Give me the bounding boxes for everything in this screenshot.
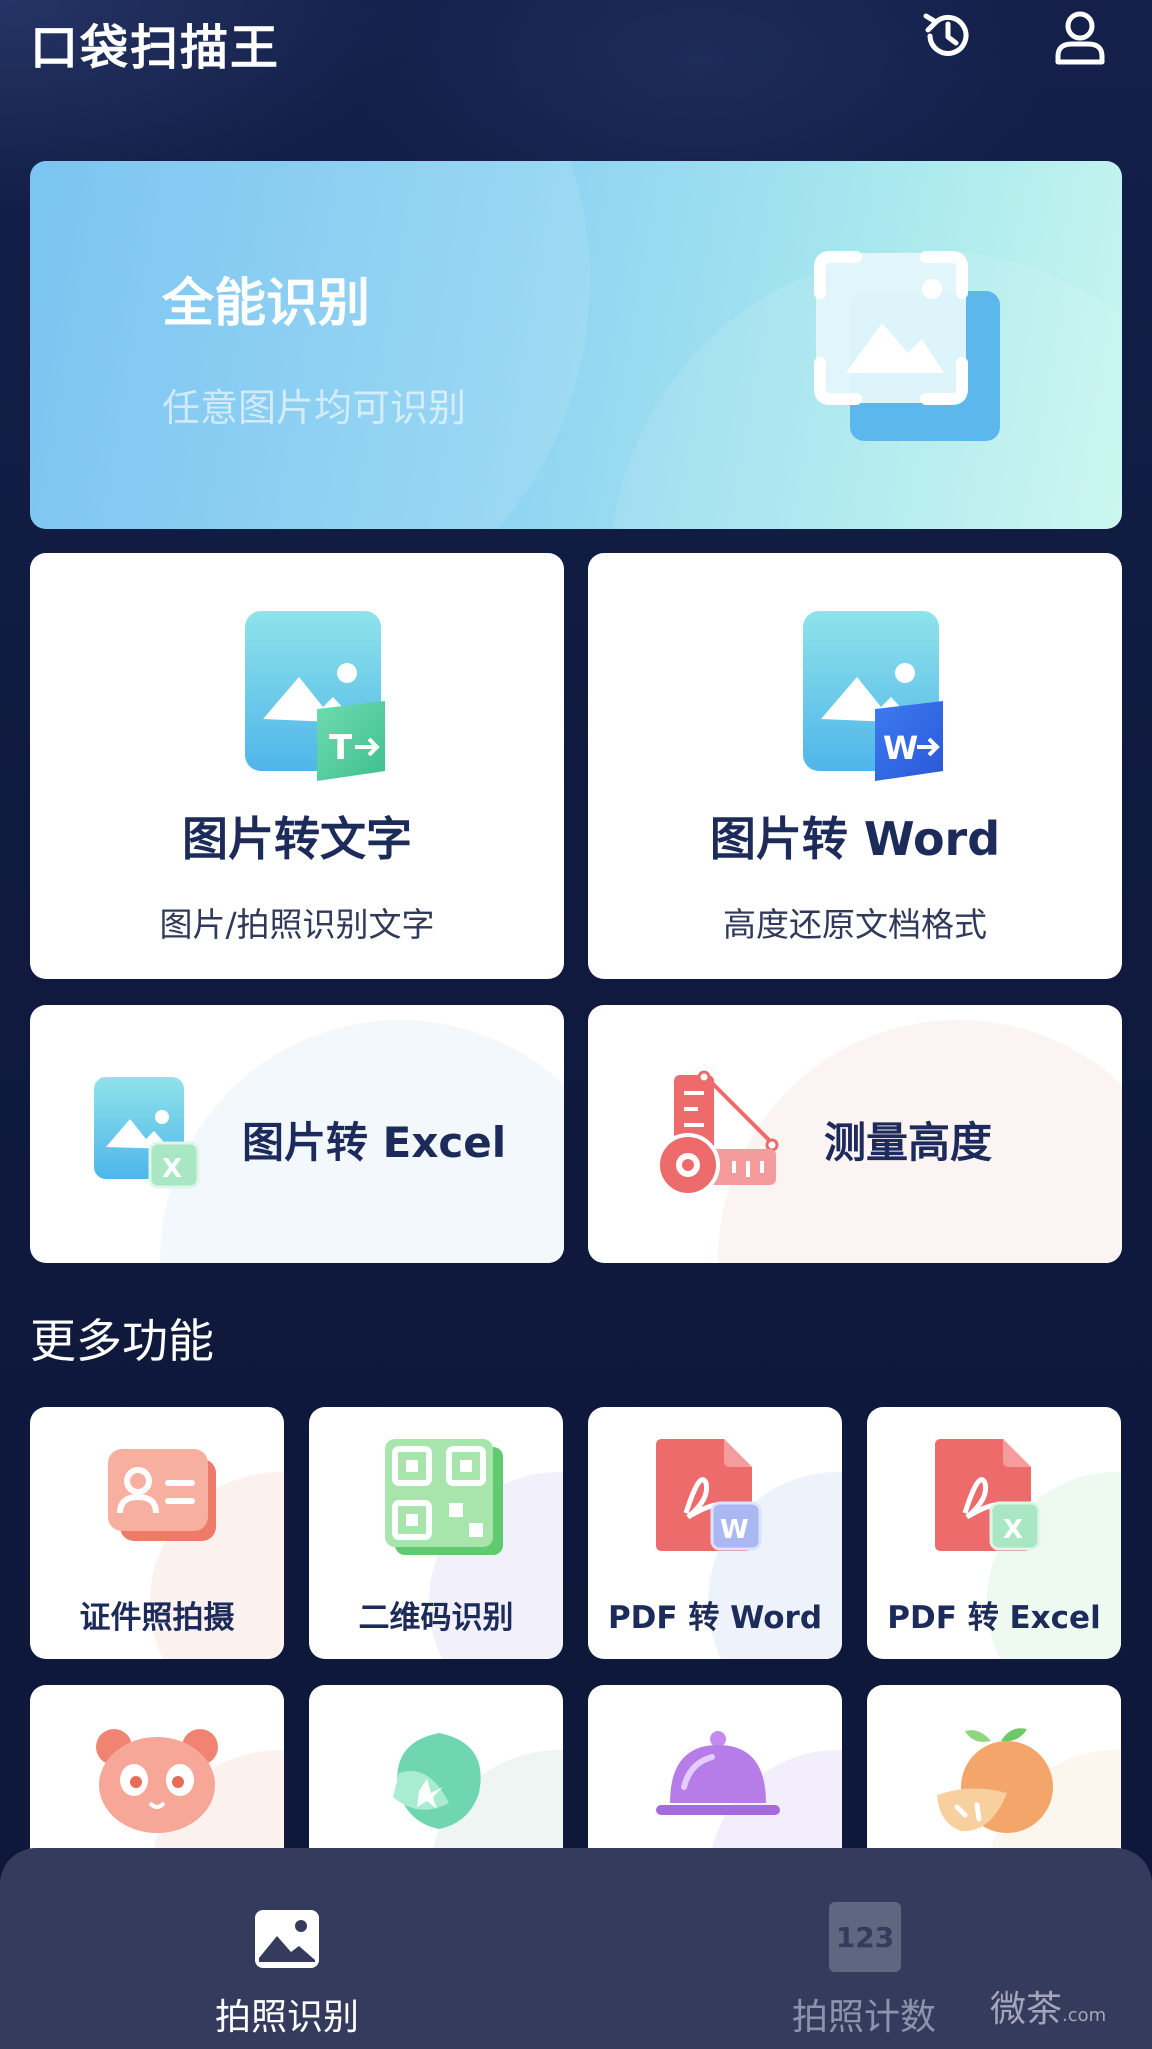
panda-icon [92, 1725, 222, 1835]
more-features-title: 更多功能 [30, 1314, 214, 1368]
card-pdf-to-excel[interactable]: X PDF 转 Excel [867, 1407, 1121, 1659]
hero-subtitle: 任意图片均可识别 [162, 386, 467, 430]
user-icon[interactable] [1050, 6, 1110, 66]
image-to-word-icon: W [765, 611, 945, 791]
image-to-text-icon: T [207, 611, 387, 791]
pdf-to-excel-icon: X [927, 1439, 1067, 1559]
hero-title: 全能识别 [162, 274, 371, 334]
header: 口袋扫描王 [0, 0, 1152, 90]
food-cover-icon [650, 1727, 786, 1827]
pdf-to-word-icon: W [648, 1439, 788, 1559]
tab-photo-count[interactable]: 123 拍照计数 [714, 1848, 1014, 2049]
svg-text:W: W [883, 729, 918, 767]
app-title: 口袋扫描王 [30, 20, 281, 76]
card-qr-code[interactable]: 二维码识别 [309, 1407, 563, 1659]
measure-height-icon [654, 1069, 784, 1199]
card-image-to-text[interactable]: T 图片转文字 图片/拍照识别文字 [30, 553, 564, 979]
history-icon[interactable] [918, 6, 978, 66]
card-subtitle: 高度还原文档格式 [723, 905, 987, 944]
plant-leaf-icon [379, 1723, 499, 1843]
card-title: 图片转 Word [709, 812, 1001, 866]
svg-text:X: X [1003, 1515, 1023, 1545]
card-id-photo[interactable]: 证件照拍摄 [30, 1407, 284, 1659]
photo-recognize-icon [251, 1906, 323, 1972]
card-title: 图片转文字 [182, 812, 412, 866]
watermark-sub: .com [1062, 2005, 1107, 2026]
svg-text:T: T [329, 728, 353, 768]
watermark: 微茶.com [990, 1980, 1106, 2032]
card-image-to-word[interactable]: W 图片转 Word 高度还原文档格式 [588, 553, 1122, 979]
qr-code-icon [369, 1439, 509, 1559]
card-title: 测量高度 [824, 1118, 993, 1167]
svg-text:W: W [720, 1515, 749, 1545]
card-label: PDF 转 Word [607, 1600, 823, 1636]
fruit-icon [931, 1723, 1061, 1843]
bottom-nav: 拍照识别 123 拍照计数 [0, 1848, 1152, 2049]
card-label: 二维码识别 [358, 1600, 514, 1636]
image-to-excel-icon: X [92, 1077, 202, 1189]
hero-card-all-recognition[interactable]: 全能识别 任意图片均可识别 [30, 161, 1122, 529]
id-photo-icon [90, 1439, 230, 1559]
nav-label: 拍照识别 [214, 1997, 359, 2038]
card-pdf-to-word[interactable]: W PDF 转 Word [588, 1407, 842, 1659]
card-measure-height[interactable]: 测量高度 [588, 1005, 1122, 1263]
card-title: 图片转 Excel [242, 1118, 507, 1167]
card-image-to-excel[interactable]: X 图片转 Excel [30, 1005, 564, 1263]
image-scan-icon [786, 243, 1016, 453]
svg-text:X: X [162, 1154, 182, 1184]
nav-label: 拍照计数 [791, 1997, 936, 2038]
watermark-text: 微茶 [990, 1989, 1063, 2030]
card-label: 证件照拍摄 [79, 1600, 235, 1636]
tab-photo-recognize[interactable]: 拍照识别 [137, 1848, 437, 2049]
card-subtitle: 图片/拍照识别文字 [159, 905, 435, 944]
photo-count-icon: 123 [829, 1902, 901, 1972]
card-label: PDF 转 Excel [887, 1600, 1101, 1636]
